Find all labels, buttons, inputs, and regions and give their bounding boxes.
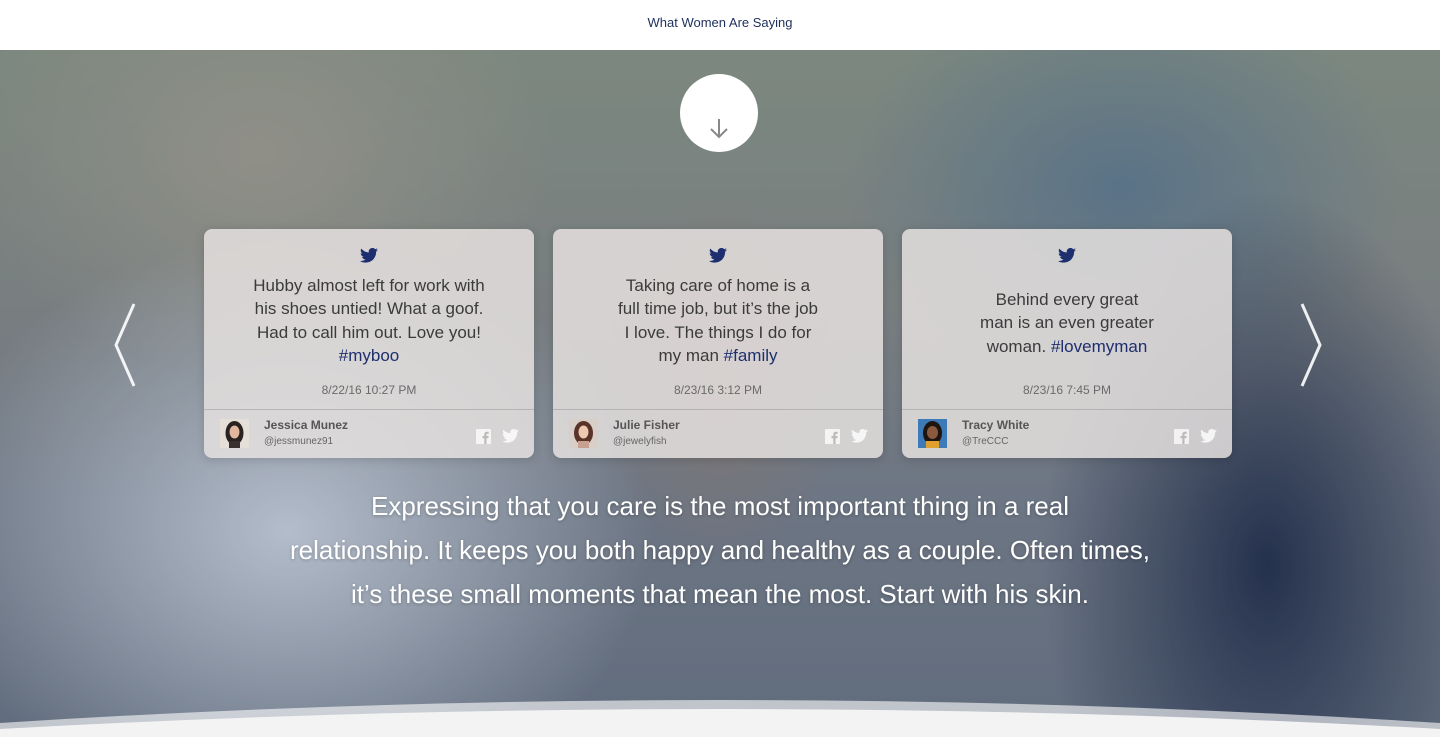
author-handle[interactable]: @jessmunez91 <box>264 436 333 447</box>
tweet-text: Hubby almost left for work with his shoe… <box>253 276 485 365</box>
testimonial-card: Hubby almost left for work with his shoe… <box>204 229 534 458</box>
top-bar: What Women Are Saying <box>0 0 1440 50</box>
card-divider <box>902 409 1232 410</box>
twitter-icon <box>709 248 727 263</box>
tweet-timestamp: 8/22/16 10:27 PM <box>321 383 417 397</box>
hashtag-link[interactable]: #lovemyman <box>1051 337 1147 356</box>
tweet-timestamp: 8/23/16 3:12 PM <box>673 383 763 397</box>
author-name: Tracy White <box>962 418 1030 432</box>
chevron-right-icon[interactable] <box>1296 300 1326 390</box>
tweet-text: Taking care of home is a full time job, … <box>617 276 818 365</box>
card-divider <box>553 409 883 410</box>
testimonial-card: Taking care of home is a full time job, … <box>553 229 883 458</box>
facebook-icon[interactable] <box>825 429 840 444</box>
twitter-share-icon[interactable] <box>502 429 519 443</box>
testimonial-card: Behind every great man is an even greate… <box>902 229 1232 458</box>
tweet-timestamp: 8/23/16 7:45 PM <box>1022 383 1112 397</box>
author-handle[interactable]: @TreCCC <box>962 436 1008 447</box>
twitter-share-icon[interactable] <box>1200 429 1217 443</box>
hero-message: Expressing that you care is the most imp… <box>290 491 1150 609</box>
twitter-icon <box>1058 248 1076 263</box>
twitter-icon <box>360 248 378 263</box>
chevron-left-icon[interactable] <box>110 300 140 390</box>
section-title: What Women Are Saying <box>647 15 793 30</box>
avatar <box>220 419 249 448</box>
arrow-down-icon <box>710 119 728 139</box>
author-name: Jessica Munez <box>264 418 349 432</box>
scroll-down-button[interactable] <box>680 74 758 152</box>
facebook-icon[interactable] <box>1174 429 1189 444</box>
hero-section: Hubby almost left for work with his shoe… <box>0 50 1440 737</box>
author-handle[interactable]: @jewelyfish <box>613 436 667 447</box>
bottom-curve-divider <box>0 700 1440 737</box>
hashtag-link[interactable]: #myboo <box>339 346 399 365</box>
card-divider <box>204 409 534 410</box>
facebook-icon[interactable] <box>476 429 491 444</box>
tweet-text: Behind every great man is an even greate… <box>980 290 1154 356</box>
hashtag-link[interactable]: #family <box>724 346 778 365</box>
avatar <box>918 419 947 448</box>
twitter-share-icon[interactable] <box>851 429 868 443</box>
avatar <box>569 419 598 448</box>
author-name: Julie Fisher <box>613 418 680 432</box>
